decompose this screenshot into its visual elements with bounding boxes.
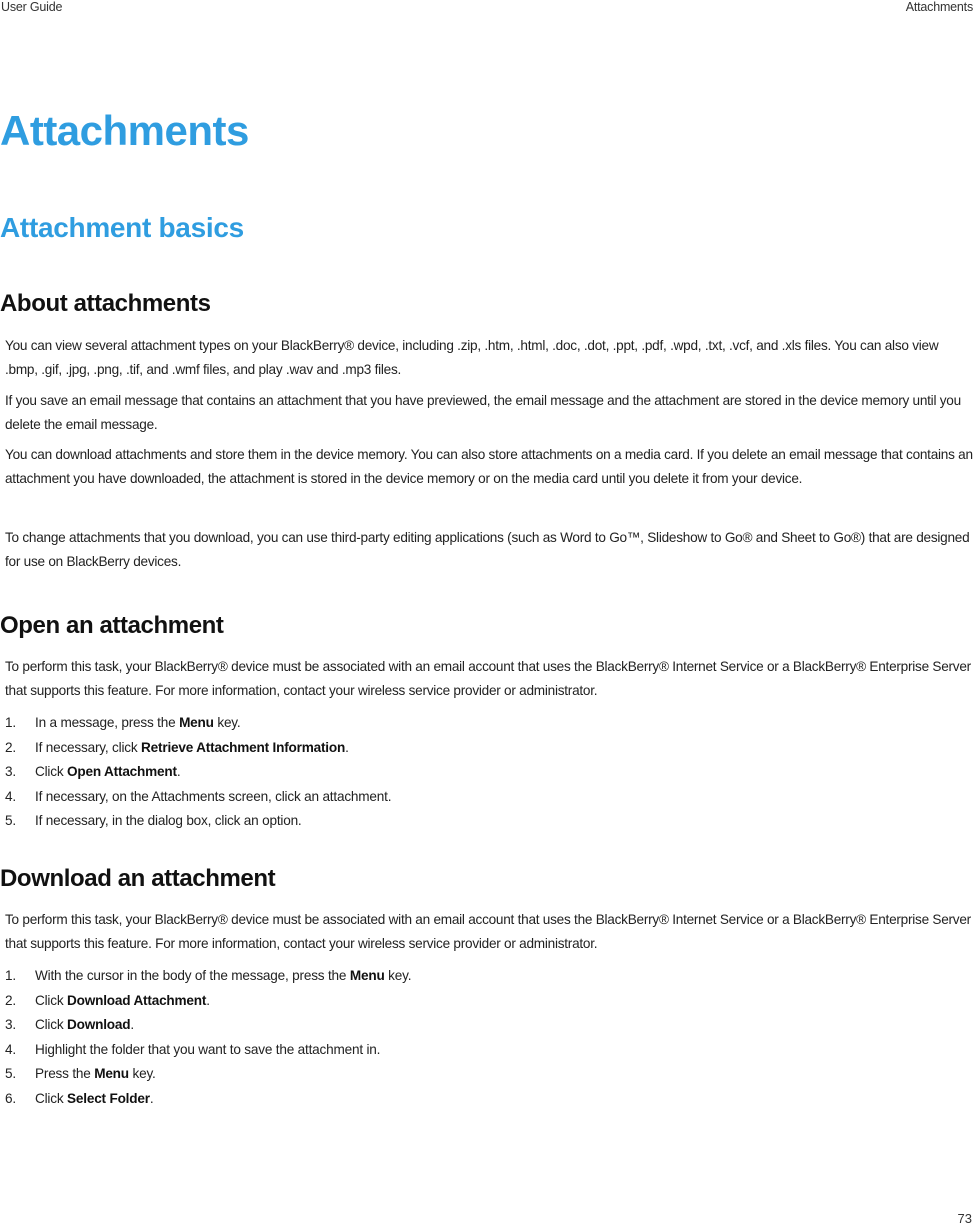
step-number: 6. (5, 1090, 16, 1106)
step-number: 5. (5, 1066, 16, 1081)
ui-label-emphasis: Menu (179, 715, 214, 730)
ui-label-emphasis: Menu (94, 1066, 129, 1081)
step-item: 5. If necessary, in the dialog box, click… (5, 809, 391, 834)
ui-label-emphasis: Open Attachment (67, 764, 177, 779)
step-text: If necessary, click (35, 739, 142, 755)
step-text: Click (35, 764, 68, 779)
step-item: 3. Click Download. (5, 1013, 411, 1038)
step-number: 2. (5, 739, 16, 755)
page-number: 73 (957, 1211, 972, 1226)
step-number: 4. (5, 788, 16, 804)
download-steps-list: 1. With the cursor in the body of the mes… (5, 964, 411, 1111)
step-text: Press the (35, 1066, 95, 1081)
step-text: If necessary, on the Attachments screen,… (35, 788, 392, 804)
step-text: Click (35, 1017, 68, 1032)
about-paragraph: You can view several attachment types on… (5, 338, 939, 377)
ui-label-emphasis: Menu (349, 968, 385, 983)
step-item: 2. If necessary, click Retrieve Attachmen… (5, 736, 391, 761)
step-item: 2. Click Download Attachment. (5, 989, 411, 1014)
about-attachments-heading: About attachments (0, 290, 211, 317)
download-attachment-heading: Download an attachment (0, 865, 276, 892)
step-text: In a message, press the (35, 715, 180, 730)
open-steps-list: 1. In a message, press the Menu key. 2. If … (5, 711, 391, 834)
step-text-end: . (130, 1017, 134, 1032)
step-text-end: . (345, 739, 349, 755)
step-item: 4. Highlight the folder that you want to … (5, 1038, 411, 1063)
section-title: Attachment basics (0, 212, 244, 243)
step-number: 4. (5, 1041, 16, 1057)
step-item: 1. With the cursor in the body of the mes… (5, 964, 411, 989)
step-item: 5. Press the Menu key. (5, 1062, 411, 1087)
download-intro: To perform this task, your BlackBerry® d… (5, 912, 971, 951)
step-text-end: . (206, 992, 210, 1008)
step-text-end: key. (213, 715, 241, 730)
step-text: Highlight the folder that you want to sa… (35, 1041, 381, 1057)
ui-label-emphasis: Download Attachment (67, 992, 207, 1008)
step-text-end: key. (128, 1066, 156, 1081)
header-doc-title: User Guide (1, 0, 63, 14)
step-text-end: . (176, 764, 181, 779)
open-attachment-heading: Open an attachment (0, 612, 224, 639)
step-item: 3. Click Open Attachment. (5, 760, 391, 785)
step-number: 5. (5, 813, 16, 828)
chapter-title: Attachments (0, 107, 249, 154)
about-paragraph: If you save an email message that contai… (5, 393, 961, 432)
open-intro: To perform this task, your BlackBerry® d… (5, 659, 971, 698)
step-text: If necessary, in the dialog box, click a… (35, 813, 302, 828)
header-chapter-name: Attachments (905, 0, 973, 14)
step-text: With the cursor in the body of the messa… (35, 968, 350, 983)
step-item: 1. In a message, press the Menu key. (5, 711, 391, 736)
ui-label-emphasis: Download (67, 1017, 131, 1032)
step-text-end: key. (384, 968, 412, 983)
step-number: 1. (5, 715, 16, 730)
ui-label-emphasis: Select Folder (67, 1090, 150, 1106)
step-number: 3. (5, 764, 16, 779)
step-item: 4. If necessary, on the Attachments scree… (5, 785, 391, 810)
step-text-end: . (149, 1090, 154, 1106)
step-item: 6. Click Select Folder. (5, 1087, 411, 1112)
step-number: 2. (5, 992, 16, 1008)
about-paragraph: You can download attachments and store t… (5, 447, 973, 486)
step-text: Click (35, 1090, 68, 1106)
about-paragraph: To change attachments that you download,… (5, 530, 970, 569)
step-number: 1. (5, 968, 16, 983)
step-text: Click (35, 992, 68, 1008)
ui-label-emphasis: Retrieve Attachment Information (141, 739, 346, 755)
running-header: User Guide Attachments (0, 0, 974, 16)
step-number: 3. (5, 1017, 16, 1032)
